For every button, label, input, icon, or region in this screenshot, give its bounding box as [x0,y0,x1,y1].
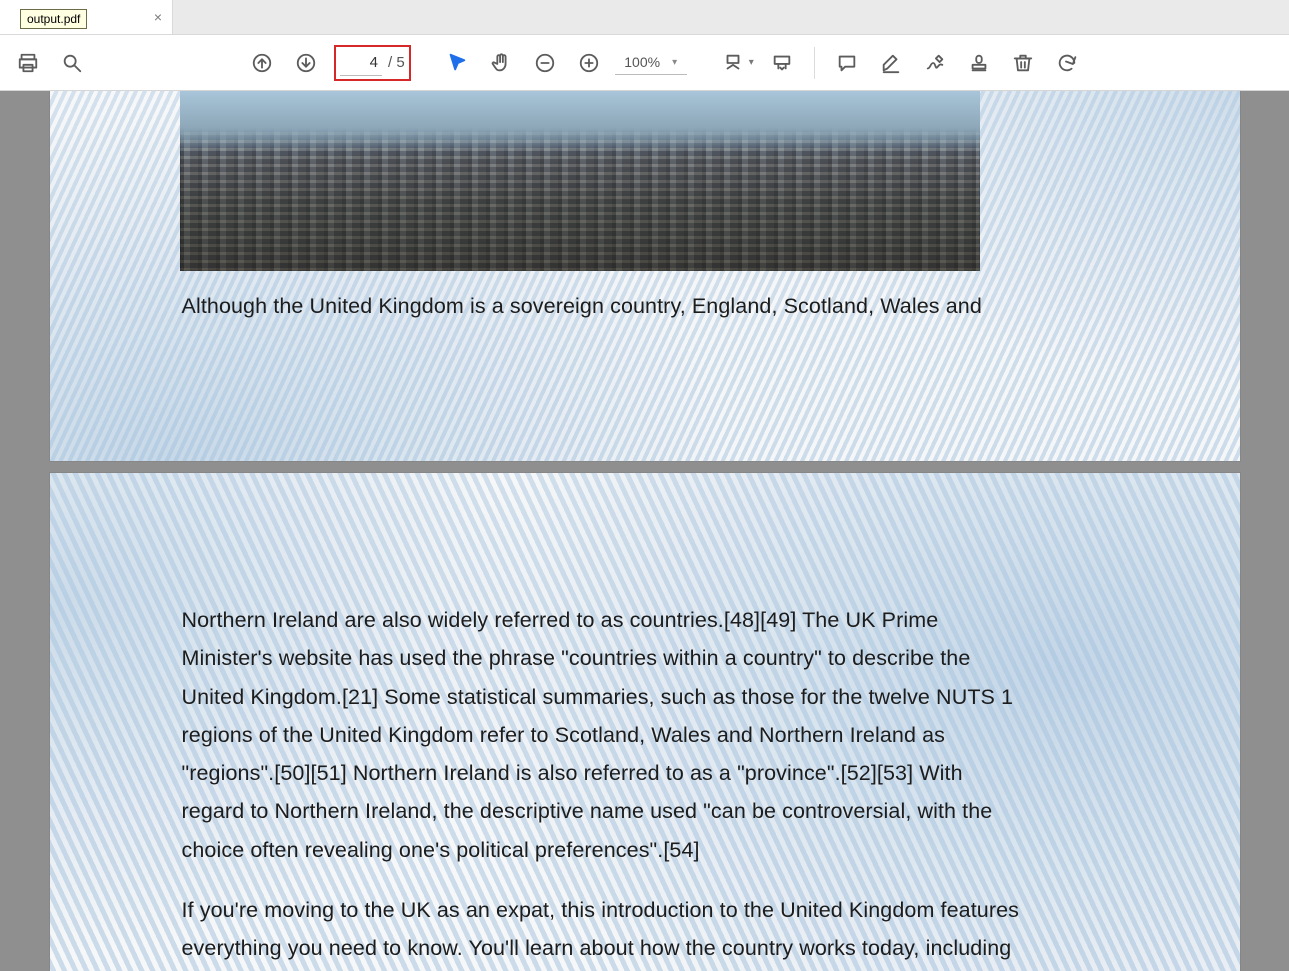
fit-width-button[interactable] [713,43,753,83]
paragraph-text: Northern Ireland are also widely referre… [182,601,1022,869]
highlight-button[interactable] [871,43,911,83]
next-page-button[interactable] [286,43,326,83]
document-viewport[interactable]: Although the United Kingdom is a soverei… [0,91,1289,971]
page-indicator: / 5 [334,45,411,81]
select-tool-button[interactable] [437,43,477,83]
zoom-select[interactable]: 100% ▾ [615,50,687,75]
close-icon[interactable]: × [154,10,162,24]
page-current-input[interactable] [340,50,382,76]
zoom-in-button[interactable] [569,43,609,83]
pdf-page-4: Although the United Kingdom is a soverei… [50,91,1240,461]
paragraph-text: Although the United Kingdom is a soverei… [182,287,1022,325]
chevron-down-icon[interactable]: ▾ [749,57,754,68]
zoom-out-button[interactable] [525,43,565,83]
comment-button[interactable] [827,43,867,83]
paragraph-text: If you're moving to the UK as an expat, … [182,891,1022,968]
zoom-value: 100% [624,54,660,70]
filename-tooltip: output.pdf [20,9,87,29]
read-mode-button[interactable] [762,43,802,83]
stamp-button[interactable] [959,43,999,83]
pdf-page-5: Northern Ireland are also widely referre… [50,473,1240,971]
tab-strip: output.pdf × [0,0,1289,35]
prev-page-button[interactable] [242,43,282,83]
toolbar: / 5 100% ▾ ▾ [0,35,1289,91]
delete-button[interactable] [1003,43,1043,83]
rotate-button[interactable] [1047,43,1087,83]
city-image [180,91,980,271]
chevron-down-icon: ▾ [672,57,677,68]
print-button[interactable] [8,43,48,83]
page-total: / 5 [388,54,405,71]
hand-tool-button[interactable] [481,43,521,83]
sign-button[interactable] [915,43,955,83]
find-button[interactable] [52,43,92,83]
